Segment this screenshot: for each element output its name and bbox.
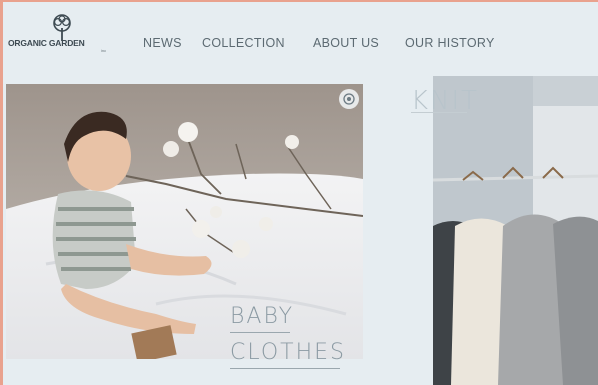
brand-logo[interactable]: ORGANIC GARDEN inc	[8, 14, 112, 60]
baby-clothes-photo[interactable]	[6, 84, 363, 359]
site-header: ORGANIC GARDEN inc NEWS COLLECTION ABOUT…	[8, 14, 598, 64]
logo-subtext: inc	[101, 48, 107, 53]
clothes-label-underline	[230, 368, 340, 369]
category-label-clothes[interactable]: CLOTHES	[230, 340, 346, 365]
knit-image	[433, 76, 598, 385]
category-label-baby[interactable]: BABY	[230, 304, 294, 329]
nav-about-us[interactable]: ABOUT US	[313, 36, 379, 50]
knit-label-underline	[411, 112, 467, 113]
nav-collection[interactable]: COLLECTION	[202, 36, 285, 50]
nav-our-history[interactable]: OUR HISTORY	[405, 36, 495, 50]
nav-news[interactable]: NEWS	[143, 36, 182, 50]
knit-photo[interactable]	[433, 76, 598, 385]
baby-label-underline	[230, 332, 290, 333]
zoom-icon	[343, 93, 355, 105]
baby-clothes-image	[6, 84, 363, 359]
logo-wordmark: ORGANIC GARDEN	[8, 38, 85, 48]
zoom-button[interactable]	[339, 89, 359, 109]
